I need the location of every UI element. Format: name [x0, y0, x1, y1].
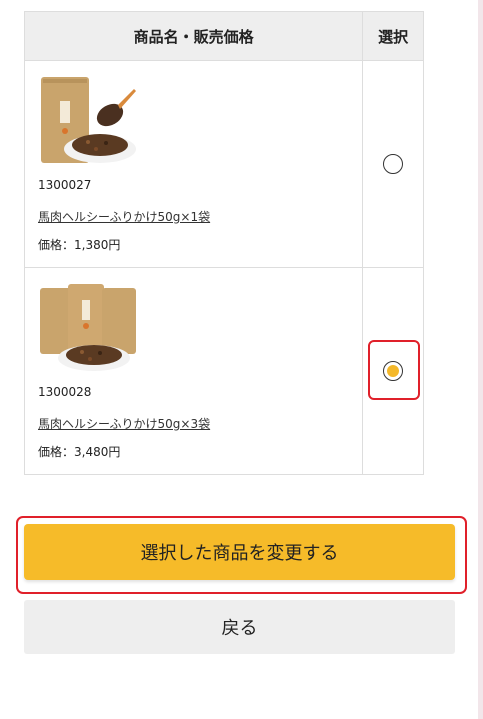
header-select: 選択 — [362, 11, 424, 61]
radio-cell — [362, 60, 424, 268]
header-name-price: 商品名・販売価格 — [23, 11, 364, 61]
product-image — [38, 282, 138, 374]
product-name-link[interactable]: 馬肉ヘルシーふりかけ50g×1袋 — [38, 209, 210, 225]
page-edge-strip — [478, 0, 483, 719]
select-radio-1300028[interactable] — [383, 361, 404, 381]
product-code: 1300027 — [38, 178, 92, 192]
product-price: 価格：3,480円 — [38, 445, 121, 459]
product-code: 1300028 — [38, 385, 92, 399]
select-radio-1300027[interactable] — [383, 154, 404, 174]
table-row: 1300027 馬肉ヘルシーふりかけ50g×1袋 価格：1,380円 — [23, 60, 424, 268]
product-info-cell: 1300027 馬肉ヘルシーふりかけ50g×1袋 価格：1,380円 — [23, 60, 364, 268]
change-selected-product-button[interactable]: 選択した商品を変更する — [24, 524, 455, 580]
product-price: 価格：1,380円 — [38, 238, 121, 252]
product-name-link[interactable]: 馬肉ヘルシーふりかけ50g×3袋 — [38, 416, 210, 432]
radio-selected-dot — [386, 364, 399, 377]
back-button[interactable]: 戻る — [24, 600, 455, 654]
product-info-cell: 1300028 馬肉ヘルシーふりかけ50g×3袋 価格：3,480円 — [23, 267, 364, 475]
table-header-row: 商品名・販売価格 選択 — [23, 11, 424, 61]
product-image — [38, 75, 138, 167]
product-selection-table: 商品名・販売価格 選択 1300027 馬肉ヘルシーふりかけ50g×1袋 価格：… — [23, 11, 424, 475]
table-row: 1300028 馬肉ヘルシーふりかけ50g×3袋 価格：3,480円 — [23, 267, 424, 475]
radio-cell — [362, 267, 424, 475]
